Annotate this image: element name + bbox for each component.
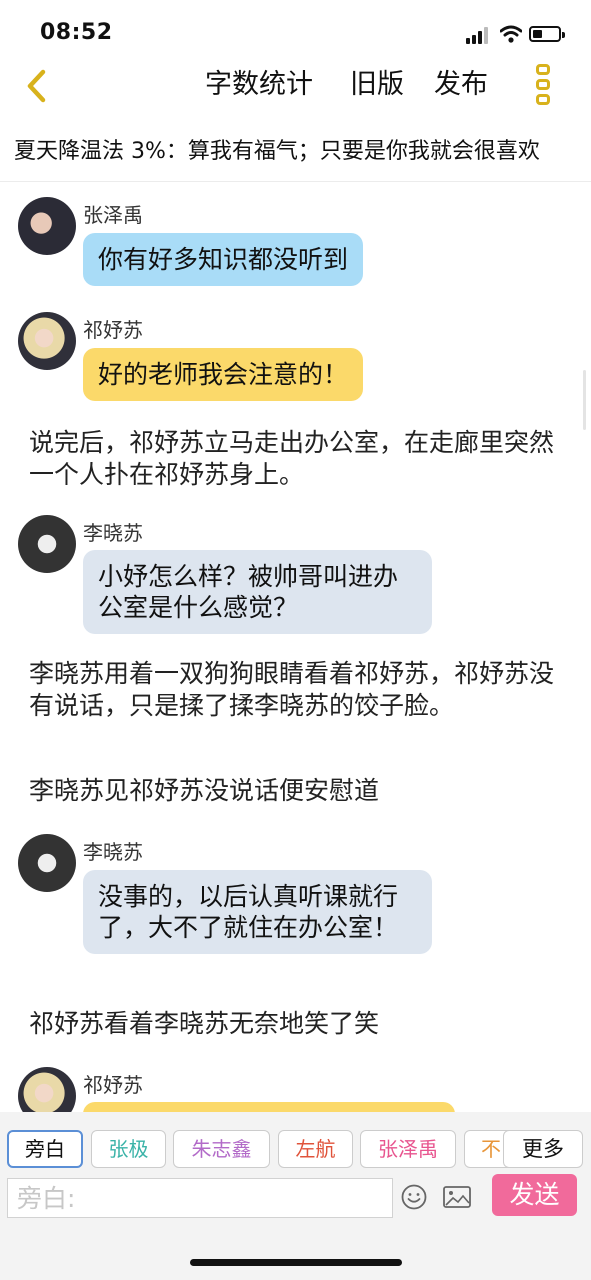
chevron-left-icon[interactable] [18,64,58,108]
message-bubble[interactable]: 小妤怎么样？被帅哥叫进办公室是什么感觉？ [83,550,432,634]
role-chip-narrator[interactable]: 旁白 [7,1130,83,1168]
vertical-dots-icon[interactable] [534,64,552,108]
old-version-button[interactable]: 旧版 [350,66,404,104]
role-chip[interactable]: 左航 [278,1130,353,1168]
battery-icon [529,26,565,42]
sender-name: 李晓苏 [83,521,143,545]
nav-bar: 字数统计 旧版 发布 [0,58,591,114]
publish-button[interactable]: 发布 [434,66,488,104]
sender-name: 祁妤苏 [83,1073,143,1097]
send-button[interactable]: 发送 [492,1174,577,1216]
narration-text[interactable]: 李晓苏用着一双狗狗眼睛看着祁妤苏，祁妤苏没有说话，只是揉了揉李晓苏的饺子脸。 [29,658,564,722]
role-chip[interactable]: 张泽禹 [360,1130,456,1168]
more-roles-button[interactable]: 更多 [503,1130,583,1168]
scrollbar[interactable] [583,370,586,430]
smiley-icon[interactable] [401,1184,427,1210]
narration-text[interactable]: 祁妤苏看着李晓苏无奈地笑了笑 [29,1008,564,1040]
message-input[interactable] [7,1178,393,1218]
avatar[interactable] [18,197,76,255]
document-title[interactable]: 夏天降温法 3%：算我有福气；只要是你我就会很喜欢 [14,133,579,165]
signal-icon [466,26,492,44]
status-time: 08:52 [40,20,113,45]
home-indicator[interactable] [190,1259,402,1266]
wifi-icon [500,25,522,43]
avatar[interactable] [18,834,76,892]
message-bubble[interactable]: 好的老师我会注意的！ [83,348,364,401]
divider [0,181,591,182]
image-icon[interactable] [443,1186,471,1208]
sender-name: 李晓苏 [83,840,143,864]
sender-name: 张泽禹 [83,203,143,227]
message-bubble[interactable]: 你有好多知识都没听到 [83,233,364,286]
narration-text[interactable]: 李晓苏见祁妤苏没说话便安慰道 [29,775,564,807]
message-bubble[interactable]: 没事的，以后认真听课就行了，大不了就住在办公室！ [83,870,432,954]
avatar[interactable] [18,515,76,573]
avatar[interactable] [18,312,76,370]
role-chip[interactable]: 朱志鑫 [173,1130,270,1168]
sender-name: 祁妤苏 [83,318,143,342]
role-chip[interactable]: 张极 [91,1130,166,1168]
narration-text[interactable]: 说完后，祁妤苏立马走出办公室，在走廊里突然一个人扑在祁妤苏身上。 [29,427,564,491]
word-count-button[interactable]: 字数统计 [205,66,313,104]
